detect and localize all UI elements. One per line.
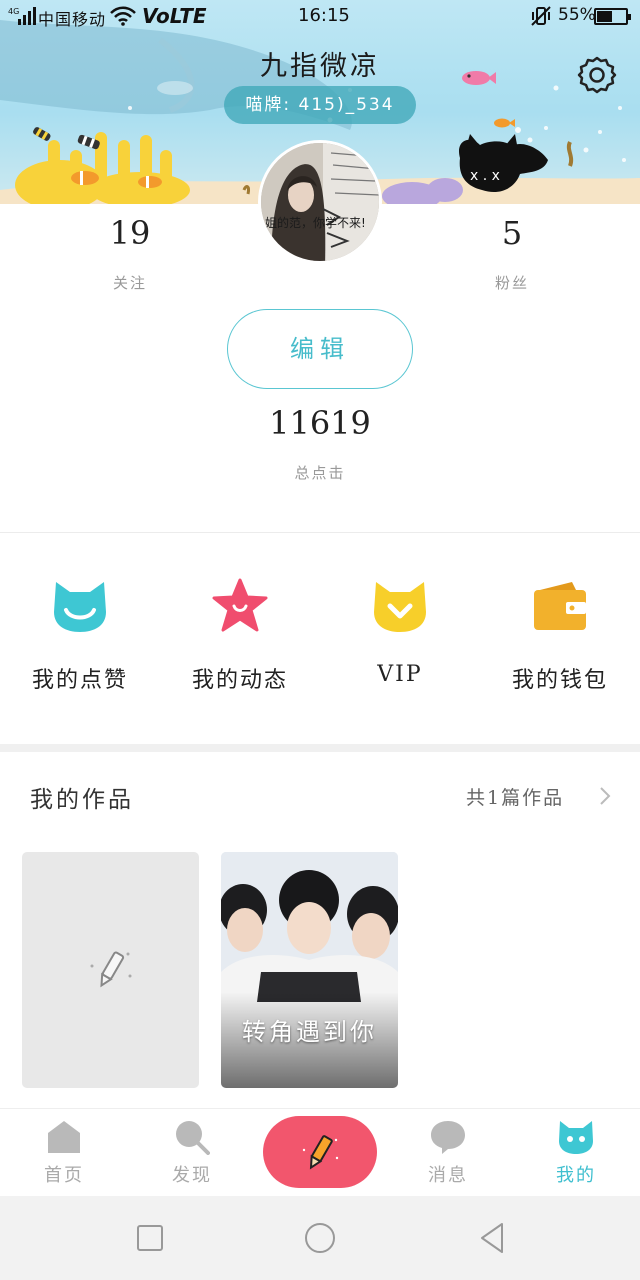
tab-label: 我的 [556, 1165, 596, 1186]
cat-profile-icon [559, 1121, 593, 1154]
followers-count[interactable]: 5 [472, 214, 552, 252]
menu-label: 我的点赞 [31, 668, 128, 693]
status-bar: 4G 中国移动 VoLTE 16:15 55% [0, 0, 640, 34]
tab-profile[interactable]: 我的 [512, 1109, 640, 1197]
back-icon[interactable] [472, 1218, 512, 1258]
total-clicks-label: 总点击 [294, 464, 346, 482]
star-icon [212, 578, 268, 632]
battery-percent: 55% [558, 5, 596, 25]
clock: 16:15 [298, 5, 350, 26]
user-id-badge: 喵牌: 415)_534 [224, 86, 416, 124]
cat-smile-icon [54, 582, 106, 632]
works-count[interactable]: 共1篇作品 [466, 783, 564, 810]
tab-label: 发现 [172, 1165, 212, 1186]
edit-profile-button[interactable]: 编辑 [227, 309, 413, 389]
my-works-title: 我的作品 [30, 787, 134, 813]
menu-vip[interactable]: VIP [320, 568, 480, 698]
menu-label: 我的动态 [191, 668, 288, 693]
signal-icon: 4G [8, 7, 36, 25]
avatar-photo: 姐的范，你学不来! [261, 143, 379, 261]
following-label[interactable]: 关注 [90, 272, 170, 293]
svg-text:姐的范，你学不来!: 姐的范，你学不来! [265, 215, 366, 230]
menu-my-wallet[interactable]: 我的钱包 [480, 568, 640, 698]
system-navigation-bar [0, 1196, 640, 1280]
tab-label: 消息 [428, 1165, 468, 1186]
home-circle-icon[interactable] [300, 1218, 340, 1258]
vibrate-icon [531, 6, 551, 26]
recent-apps-icon[interactable] [130, 1218, 170, 1258]
volte-label: VoLTE [142, 4, 207, 28]
profile-name: 九指微凉 [260, 51, 380, 82]
avatar[interactable]: 姐的范，你学不来! [258, 140, 382, 264]
menu-my-posts[interactable]: 我的动态 [160, 568, 320, 698]
search-icon [176, 1121, 210, 1155]
tab-label: 首页 [44, 1165, 84, 1186]
battery-level [597, 11, 612, 22]
tab-messages[interactable]: 消息 [384, 1109, 512, 1197]
total-clicks-count: 11619 [269, 404, 371, 442]
section-divider [0, 744, 640, 752]
svg-text:4G: 4G [8, 7, 19, 16]
pencil-icon [90, 951, 132, 988]
work-card[interactable]: 转角遇到你 [221, 852, 398, 1088]
following-count[interactable]: 19 [90, 214, 170, 252]
compose-button[interactable] [263, 1116, 377, 1188]
battery-icon [594, 8, 631, 25]
work-title: 转角遇到你 [242, 1018, 377, 1046]
vip-cat-icon [374, 582, 426, 632]
wallet-icon [534, 582, 586, 630]
home-icon [48, 1121, 80, 1153]
menu-my-likes[interactable]: 我的点赞 [0, 568, 160, 698]
new-work-card[interactable] [22, 852, 199, 1088]
tab-discover[interactable]: 发现 [128, 1109, 256, 1197]
menu-label: 我的钱包 [511, 668, 608, 693]
chevron-right-icon[interactable] [598, 785, 612, 807]
wifi-icon [110, 6, 136, 26]
pencil-icon [302, 1135, 339, 1170]
settings-gear-icon[interactable] [576, 54, 618, 96]
followers-label[interactable]: 粉丝 [472, 272, 552, 293]
work-cover-image [221, 852, 398, 1088]
svg-text:x . x: x . x [470, 168, 500, 184]
carrier-label: 中国移动 [38, 10, 107, 29]
divider [0, 532, 640, 533]
tab-home[interactable]: 首页 [0, 1109, 128, 1197]
menu-label: VIP [377, 662, 423, 687]
message-icon [431, 1121, 465, 1154]
